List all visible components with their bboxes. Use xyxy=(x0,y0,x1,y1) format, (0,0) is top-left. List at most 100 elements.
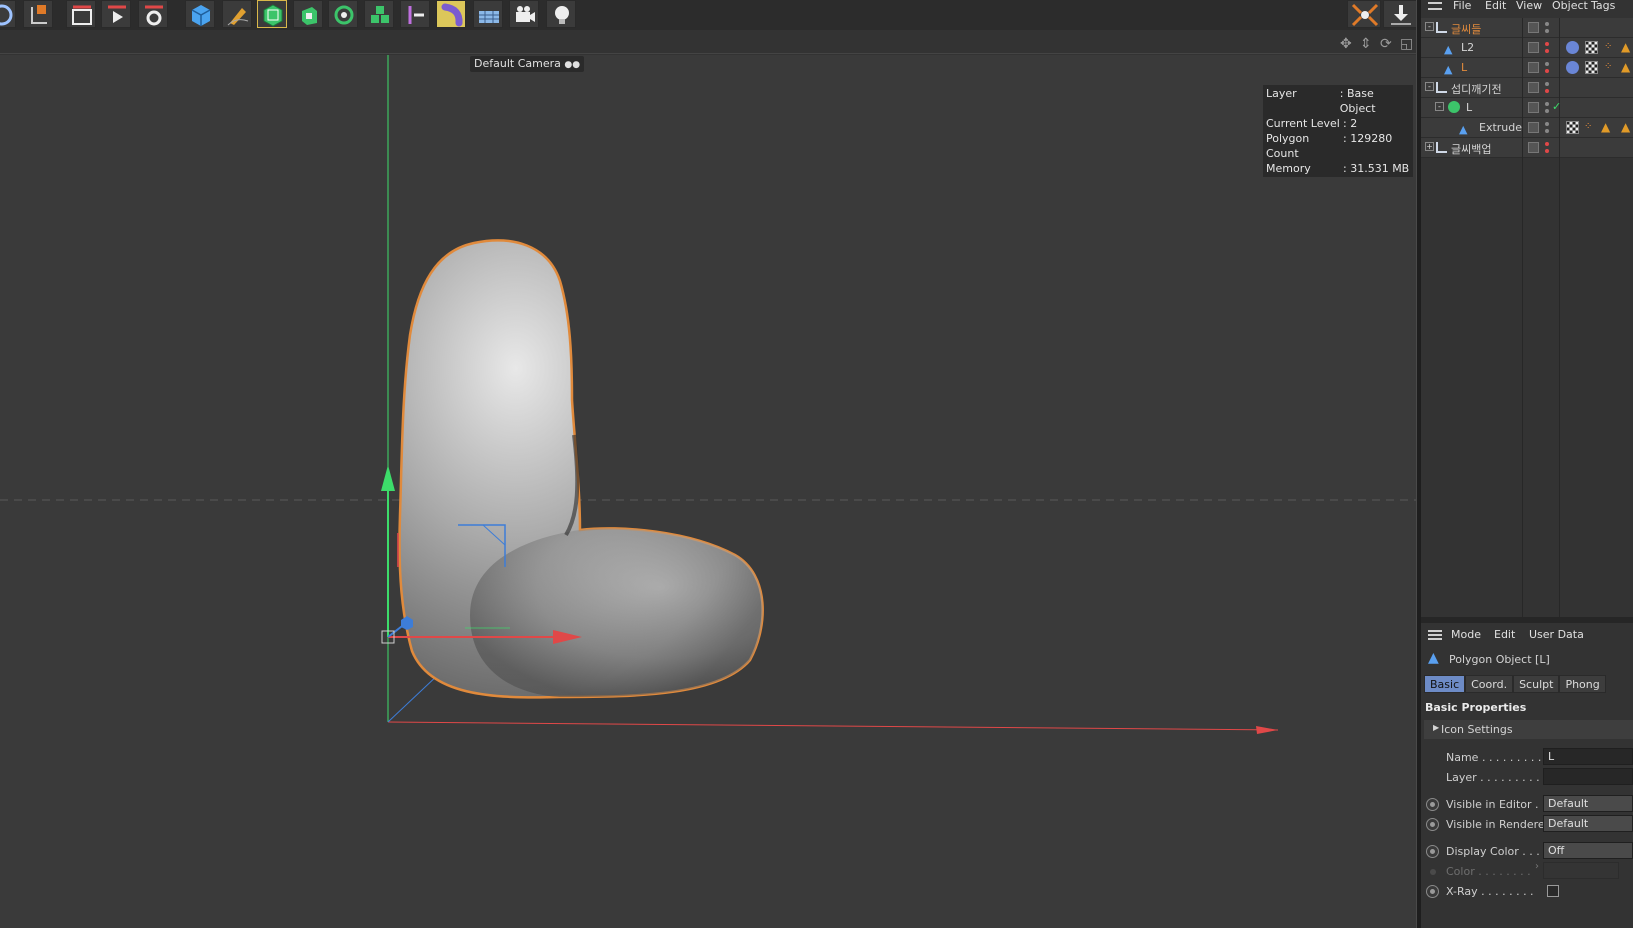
animate-radio[interactable] xyxy=(1426,845,1439,858)
menu-user-data[interactable]: User Data xyxy=(1529,628,1584,641)
object-row[interactable]: - 글씨들 xyxy=(1421,18,1633,38)
move-view-icon[interactable]: ✥ xyxy=(1340,36,1352,52)
display-color-dropdown[interactable]: Off xyxy=(1543,842,1633,859)
tab-coord[interactable]: Coord. xyxy=(1465,675,1514,693)
object-row[interactable]: + 글씨백업 xyxy=(1421,138,1633,158)
tab-basic[interactable]: Basic xyxy=(1424,675,1466,693)
bend-icon[interactable] xyxy=(436,0,466,28)
menu-hamburger-icon[interactable] xyxy=(1428,630,1442,640)
object-name[interactable]: 섭디깨기전 xyxy=(1451,81,1502,97)
editable-icon[interactable] xyxy=(1528,62,1539,73)
visible-in-renderer-dropdown[interactable]: Default xyxy=(1543,815,1633,832)
visibility-dot-render[interactable] xyxy=(1545,29,1549,33)
enabled-check-icon[interactable]: ✓ xyxy=(1552,100,1561,113)
object-row[interactable]: - L ✓ xyxy=(1421,98,1633,118)
animate-radio[interactable] xyxy=(1426,885,1439,898)
editable-icon[interactable] xyxy=(1528,22,1539,33)
material-tag-icon[interactable] xyxy=(1585,61,1598,74)
material-tag-icon[interactable] xyxy=(1566,121,1579,134)
menu-tags[interactable]: Tags xyxy=(1591,0,1615,12)
visibility-dot-render[interactable] xyxy=(1545,109,1549,113)
xray-checkbox[interactable] xyxy=(1547,885,1559,897)
layer-field[interactable] xyxy=(1543,768,1633,785)
visibility-dot-render[interactable] xyxy=(1545,129,1549,133)
pen-icon[interactable] xyxy=(222,0,252,28)
menu-view[interactable]: View xyxy=(1516,0,1542,12)
editable-icon[interactable] xyxy=(1528,102,1539,113)
visibility-dot-editor[interactable] xyxy=(1545,82,1549,86)
object-name[interactable]: L2 xyxy=(1461,41,1474,54)
object-name[interactable]: Extrude xyxy=(1479,121,1522,134)
object-row[interactable]: - 섭디깨기전 xyxy=(1421,78,1633,98)
visibility-dot-render[interactable] xyxy=(1545,89,1549,93)
collapse-icon[interactable]: - xyxy=(1435,102,1444,111)
expand-icon[interactable]: + xyxy=(1425,142,1434,151)
camera-icon[interactable] xyxy=(509,0,539,28)
phong-tag-icon[interactable] xyxy=(1566,61,1579,74)
render-view-icon[interactable] xyxy=(101,0,131,28)
3d-viewport[interactable] xyxy=(0,55,1416,928)
extrude-icon[interactable] xyxy=(293,0,323,28)
tag-icon[interactable]: ▲ xyxy=(1621,40,1630,54)
object-row[interactable]: ▲ L ⁘ ▲ xyxy=(1421,58,1633,78)
name-field[interactable]: L xyxy=(1543,748,1633,765)
visibility-dot-editor[interactable] xyxy=(1545,22,1549,26)
floor-icon[interactable] xyxy=(473,0,503,28)
deformer-icon[interactable] xyxy=(400,0,430,28)
menu-edit[interactable]: Edit xyxy=(1494,628,1515,641)
editable-icon[interactable] xyxy=(1528,122,1539,133)
tab-phong[interactable]: Phong xyxy=(1559,675,1606,693)
collapse-icon[interactable]: - xyxy=(1425,82,1434,91)
visibility-dot-render[interactable] xyxy=(1545,49,1549,53)
rotate-view-icon[interactable]: ⟳ xyxy=(1380,36,1392,52)
snap-icon[interactable] xyxy=(1347,0,1381,28)
object-list-empty-area[interactable] xyxy=(1421,157,1633,617)
menu-edit[interactable]: Edit xyxy=(1485,0,1506,12)
light-icon[interactable] xyxy=(546,0,576,28)
editable-icon[interactable] xyxy=(1528,82,1539,93)
subdivision-icon[interactable] xyxy=(257,0,287,28)
visible-in-editor-dropdown[interactable]: Default xyxy=(1543,795,1633,812)
tag-icon[interactable]: ⁘ xyxy=(1584,121,1592,132)
menu-object[interactable]: Object xyxy=(1552,0,1588,12)
tag-icon[interactable]: ▲ xyxy=(1621,120,1630,134)
cloner-icon[interactable] xyxy=(328,0,358,28)
visibility-dot-editor[interactable] xyxy=(1545,102,1549,106)
undo-icon[interactable] xyxy=(0,0,16,28)
object-name[interactable]: 글씨들 xyxy=(1451,21,1481,37)
axis-icon[interactable] xyxy=(23,0,53,28)
visibility-dot-render[interactable] xyxy=(1545,69,1549,73)
tag-icon[interactable]: ▲ xyxy=(1621,60,1630,74)
maximize-view-icon[interactable]: ◱ xyxy=(1400,36,1413,52)
tag-icon[interactable]: ⁘ xyxy=(1604,61,1612,72)
visibility-dot-render[interactable] xyxy=(1545,149,1549,153)
tag-icon[interactable]: ⁘ xyxy=(1604,41,1612,52)
object-name[interactable]: L xyxy=(1466,101,1472,114)
mograph-icon[interactable] xyxy=(364,0,394,28)
panel-splitter[interactable] xyxy=(1421,617,1633,623)
collapse-icon[interactable]: - xyxy=(1425,22,1434,31)
editable-icon[interactable] xyxy=(1528,42,1539,53)
cube-icon[interactable] xyxy=(185,0,215,28)
animate-radio[interactable] xyxy=(1426,798,1439,811)
tab-sculpt[interactable]: Sculpt xyxy=(1513,675,1560,693)
visibility-dot-editor[interactable] xyxy=(1545,62,1549,66)
zoom-view-icon[interactable]: ⇕ xyxy=(1360,36,1372,52)
menu-file[interactable]: File xyxy=(1453,0,1471,12)
object-row[interactable]: ▲ Extrude ⁘ ▲ ▲ xyxy=(1421,118,1633,138)
download-icon[interactable] xyxy=(1383,0,1417,28)
menu-mode[interactable]: Mode xyxy=(1451,628,1481,641)
render-settings-icon[interactable] xyxy=(138,0,168,28)
material-tag-icon[interactable] xyxy=(1585,41,1598,54)
menu-hamburger-icon[interactable] xyxy=(1428,0,1442,10)
render-region-icon[interactable] xyxy=(66,0,96,28)
camera-label[interactable]: Default Camera ●● xyxy=(470,56,585,72)
visibility-dot-editor[interactable] xyxy=(1545,122,1549,126)
phong-tag-icon[interactable] xyxy=(1566,41,1579,54)
visibility-dot-editor[interactable] xyxy=(1545,142,1549,146)
object-name[interactable]: L xyxy=(1461,61,1467,74)
object-row[interactable]: ▲ L2 ⁘ ▲ xyxy=(1421,38,1633,58)
animate-radio[interactable] xyxy=(1426,818,1439,831)
icon-settings-group[interactable]: ▶ Icon Settings xyxy=(1424,720,1633,739)
editable-icon[interactable] xyxy=(1528,142,1539,153)
